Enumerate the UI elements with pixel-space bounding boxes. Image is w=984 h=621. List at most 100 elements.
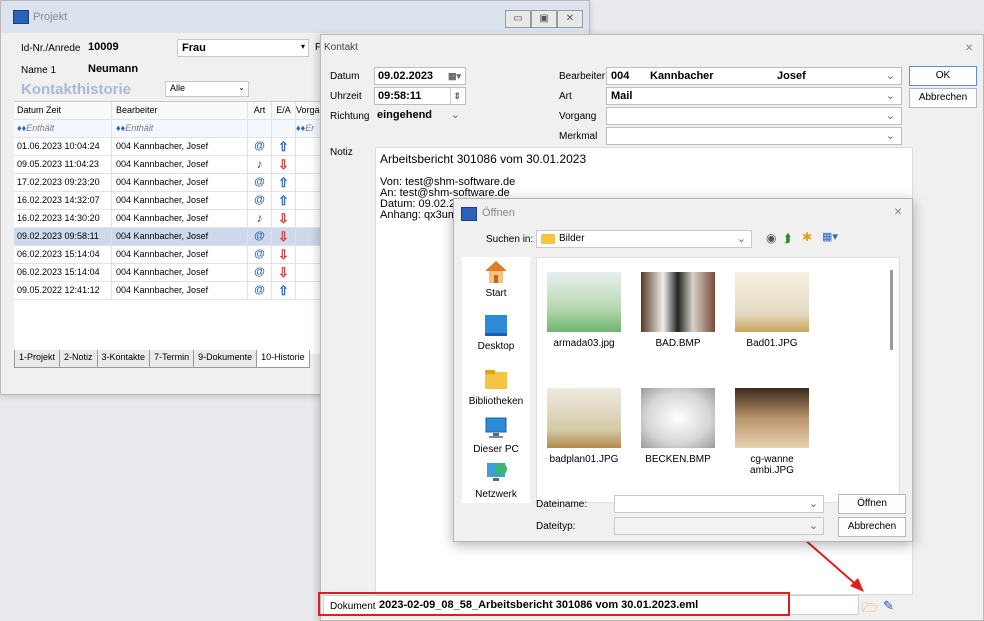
dateityp-select[interactable]: ⌄ (614, 517, 824, 535)
tab-3[interactable]: 7-Termin (149, 350, 195, 368)
place-desktop[interactable]: Desktop (462, 312, 530, 352)
tab-1[interactable]: 2-Notiz (59, 350, 98, 368)
table-row[interactable]: 06.02.2023 15:14:04 004 Kannbacher, Josef… (14, 246, 349, 264)
arrow-up-icon: ⇧ (278, 283, 289, 298)
thumbnail-image (641, 272, 715, 332)
dialog-abbrechen-button[interactable]: Abbrechen (838, 517, 906, 537)
uhrzeit-field[interactable]: 09:58:11 ⇕ (374, 87, 466, 105)
places-bar: Start Desktop Bibliotheken Dieser PC Net… (462, 257, 530, 503)
pencil-icon[interactable]: ✎ (883, 598, 894, 614)
cell-art: @ (248, 282, 272, 299)
uhrzeit-label: Uhrzeit (330, 91, 362, 102)
cell-ea: ⇧ (272, 174, 296, 191)
file-item[interactable]: badplan01.JPG (539, 388, 629, 465)
table-row[interactable]: 06.02.2023 15:14:04 004 Kannbacher, Josef… (14, 264, 349, 282)
datum-field[interactable]: 09.02.2023 ▦▾ (374, 67, 466, 85)
ok-button[interactable]: OK (909, 66, 977, 86)
col-bearbeiter[interactable]: Bearbeiter (112, 102, 248, 119)
dialog-close-icon[interactable]: × (894, 203, 902, 219)
cell-bearbeiter: 004 Kannbacher, Josef (112, 282, 248, 299)
filter-datum[interactable]: ♦♦Enthält (14, 120, 112, 137)
dateiname-input[interactable]: ⌄ (614, 495, 824, 513)
cell-art: @ (248, 228, 272, 245)
file-item[interactable]: cg-wanne ambi.JPG (727, 388, 817, 476)
kontakt-close-icon[interactable]: × (965, 39, 973, 55)
place-bibliotheken[interactable]: Bibliotheken (462, 367, 530, 407)
bearbeiter-name: Kannbacher (650, 70, 714, 82)
minimize-button[interactable]: ▭ (505, 10, 531, 28)
chevron-down-icon: ⌄ (808, 498, 818, 510)
filter-ea[interactable] (272, 120, 296, 137)
table-row[interactable]: 16.02.2023 14:32:07 004 Kannbacher, Josef… (14, 192, 349, 210)
back-icon[interactable]: ◉ (766, 231, 776, 245)
mail-icon: @ (254, 140, 265, 152)
cell-bearbeiter: 004 Kannbacher, Josef (112, 210, 248, 227)
tab-5[interactable]: 10-Historie (256, 350, 310, 368)
file-name: cg-wanne ambi.JPG (750, 454, 794, 476)
col-art[interactable]: Art (248, 102, 272, 119)
tab-2[interactable]: 3-Kontakte (96, 350, 151, 368)
abbrechen-button[interactable]: Abbrechen (909, 88, 977, 108)
cell-ea: ⇩ (272, 228, 296, 245)
cell-datetime: 09.05.2023 11:04:23 (14, 156, 112, 173)
history-filter-value: Alle (170, 83, 186, 93)
filter-bearbeiter[interactable]: ♦♦Enthält (112, 120, 248, 137)
col-datum[interactable]: Datum Zeit (14, 102, 112, 119)
table-row[interactable]: 01.06.2023 10:04:24 004 Kannbacher, Josef… (14, 138, 349, 156)
new-folder-icon[interactable]: ✱ (802, 230, 812, 244)
name1-value[interactable]: Neumann (88, 63, 138, 75)
calendar-icon[interactable]: ▦▾ (448, 68, 461, 84)
time-spinner-icon[interactable]: ⇕ (450, 88, 463, 104)
arrow-down-icon: ⇩ (278, 229, 289, 244)
table-row[interactable]: 09.02.2023 09:58:11 004 Kannbacher, Josef… (14, 228, 349, 246)
grid-header: Datum Zeit Bearbeiter Art E/A Vorga (14, 102, 349, 120)
cell-ea: ⇧ (272, 192, 296, 209)
tab-4[interactable]: 9-Dokumente (193, 350, 258, 368)
mail-icon: @ (254, 176, 265, 188)
phone-icon: ♪ (256, 211, 263, 225)
file-item[interactable]: BECKEN.BMP (633, 388, 723, 465)
history-filter-select[interactable]: Alle ⌄ (165, 81, 249, 97)
view-menu-icon[interactable]: ▦▾ (822, 230, 838, 243)
col-ea[interactable]: E/A (272, 102, 296, 119)
place-start[interactable]: Start (462, 259, 530, 299)
file-item[interactable]: Bad01.JPG (727, 272, 817, 349)
maximize-button[interactable]: ▣ (531, 10, 557, 28)
cell-bearbeiter: 004 Kannbacher, Josef (112, 246, 248, 263)
filter-art[interactable] (248, 120, 272, 137)
vorgang-select[interactable]: ⌄ (606, 107, 902, 125)
merkmal-select[interactable]: ⌄ (606, 127, 902, 145)
table-row[interactable]: 09.05.2022 12:41:12 004 Kannbacher, Josef… (14, 282, 349, 300)
cell-art: @ (248, 264, 272, 281)
bearbeiter-nr: 004 (611, 70, 630, 82)
home-icon (485, 261, 507, 283)
chevron-down-icon: ⌄ (736, 233, 746, 245)
place-dieser-pc[interactable]: Dieser PC (462, 415, 530, 455)
place-netzwerk[interactable]: Netzwerk (462, 460, 530, 500)
close-button[interactable]: ✕ (557, 10, 583, 28)
app-icon (13, 10, 29, 24)
file-item[interactable]: BAD.BMP (633, 272, 723, 349)
richtung-select[interactable]: eingehend ⌄ (374, 107, 466, 125)
table-row[interactable]: 09.05.2023 11:04:23 004 Kannbacher, Josef… (14, 156, 349, 174)
vorgang-label: Vorgang (559, 111, 597, 122)
projekt-titlebar[interactable] (1, 1, 589, 33)
folder-open-icon[interactable]: 🗁 (862, 599, 878, 621)
scrollbar-thumb[interactable] (890, 270, 893, 350)
notiz-label: Notiz (330, 147, 353, 158)
table-row[interactable]: 16.02.2023 14:30:20 004 Kannbacher, Josef… (14, 210, 349, 228)
table-row[interactable]: 17.02.2023 09:23:20 004 Kannbacher, Josef… (14, 174, 349, 192)
up-folder-icon[interactable]: ⮭ (784, 231, 791, 246)
file-item[interactable]: armada03.jpg (539, 272, 629, 349)
oeffnen-button[interactable]: Öffnen (838, 494, 906, 514)
bearbeiter-select[interactable]: 004 Kannbacher Josef ⌄ (606, 67, 902, 85)
cell-bearbeiter: 004 Kannbacher, Josef (112, 174, 248, 191)
art-select[interactable]: Mail ⌄ (606, 87, 902, 105)
id-value[interactable]: 10009 (88, 41, 119, 53)
tab-0[interactable]: 1-Projekt (14, 350, 61, 368)
network-icon (487, 463, 507, 481)
name1-label: Name 1 (21, 65, 57, 76)
suchen-in-select[interactable]: Bilder ⌄ (536, 230, 752, 248)
file-name: armada03.jpg (553, 338, 615, 349)
anrede-select[interactable]: Frau ▾ (177, 39, 309, 57)
